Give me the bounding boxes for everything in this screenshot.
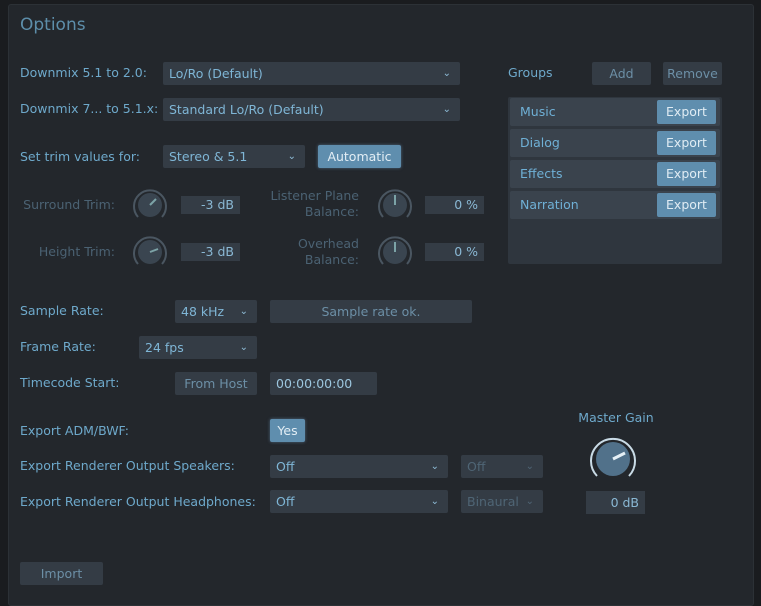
- group-row-effects[interactable]: Effects Export: [510, 160, 720, 188]
- groups-label: Groups: [508, 65, 553, 80]
- listener-plane-knob[interactable]: [376, 186, 414, 224]
- overhead-knob[interactable]: [376, 233, 414, 271]
- master-gain-label: Master Gain: [578, 410, 654, 425]
- listener-plane-label-line1: Listener Plane: [270, 188, 359, 203]
- overhead-label: Overhead Balance:: [240, 236, 359, 268]
- downmix-51-select[interactable]: Lo/Ro (Default) ⌄: [163, 62, 460, 85]
- timecode-label: Timecode Start:: [20, 375, 120, 390]
- headphones-secondary-select[interactable]: Binaural ⌄: [461, 490, 543, 513]
- chevron-down-icon: ⌄: [442, 68, 451, 79]
- trim-label: Set trim values for:: [20, 149, 140, 164]
- headphones-select[interactable]: Off ⌄: [270, 490, 448, 513]
- export-button[interactable]: Export: [657, 100, 716, 124]
- speakers-secondary-select[interactable]: Off ⌄: [461, 455, 543, 478]
- master-gain-value[interactable]: 0 dB: [586, 491, 645, 514]
- export-button[interactable]: Export: [657, 131, 716, 155]
- master-gain-knob[interactable]: [588, 434, 638, 484]
- height-trim-label: Height Trim:: [38, 244, 115, 259]
- chevron-down-icon: ⌄: [239, 342, 248, 353]
- trim-value: Stereo & 5.1: [169, 149, 248, 164]
- downmix-51-value: Lo/Ro (Default): [169, 66, 263, 81]
- headphones-value: Off: [276, 494, 295, 509]
- downmix-7-value: Standard Lo/Ro (Default): [169, 102, 324, 117]
- chevron-down-icon: ⌄: [430, 496, 439, 507]
- group-row-dialog[interactable]: Dialog Export: [510, 129, 720, 157]
- group-name: Dialog: [520, 135, 560, 150]
- speakers-label: Export Renderer Output Speakers:: [20, 458, 235, 473]
- sample-rate-select[interactable]: 48 kHz ⌄: [175, 300, 257, 323]
- chevron-down-icon: ⌄: [442, 104, 451, 115]
- export-adm-toggle[interactable]: Yes: [270, 419, 305, 442]
- group-name: Music: [520, 104, 556, 119]
- overhead-value[interactable]: 0 %: [425, 243, 484, 261]
- trim-select[interactable]: Stereo & 5.1 ⌄: [163, 145, 305, 168]
- chevron-down-icon: ⌄: [525, 461, 534, 472]
- frame-rate-select[interactable]: 24 fps ⌄: [139, 336, 257, 359]
- import-button[interactable]: Import: [20, 562, 103, 585]
- group-name: Narration: [520, 197, 579, 212]
- downmix-7-label: Downmix 7... to 5.1.x:: [20, 101, 159, 116]
- speakers-value: Off: [276, 459, 295, 474]
- chevron-down-icon: ⌄: [430, 461, 439, 472]
- group-row-narration[interactable]: Narration Export: [510, 191, 720, 219]
- frame-rate-value: 24 fps: [145, 340, 184, 355]
- speakers-select[interactable]: Off ⌄: [270, 455, 448, 478]
- timecode-input[interactable]: 00:00:00:00: [270, 372, 377, 395]
- height-trim-knob[interactable]: [131, 233, 169, 271]
- group-row-music[interactable]: Music Export: [510, 98, 720, 126]
- remove-group-button[interactable]: Remove: [663, 62, 722, 85]
- chevron-down-icon: ⌄: [287, 151, 296, 162]
- overhead-label-line1: Overhead: [297, 236, 359, 251]
- overhead-label-line2: Balance:: [304, 252, 359, 267]
- speakers-secondary-value: Off: [467, 459, 486, 474]
- surround-trim-label: Surround Trim:: [23, 197, 115, 212]
- group-name: Effects: [520, 166, 563, 181]
- frame-rate-label: Frame Rate:: [20, 339, 96, 354]
- surround-trim-knob[interactable]: [131, 186, 169, 224]
- export-adm-label: Export ADM/BWF:: [20, 423, 129, 438]
- sample-rate-status: Sample rate ok.: [270, 300, 472, 323]
- height-trim-value[interactable]: -3 dB: [181, 243, 240, 261]
- surround-trim-value[interactable]: -3 dB: [181, 196, 240, 214]
- listener-plane-value[interactable]: 0 %: [425, 196, 484, 214]
- export-button[interactable]: Export: [657, 162, 716, 186]
- sample-rate-value: 48 kHz: [181, 304, 225, 319]
- chevron-down-icon: ⌄: [525, 496, 534, 507]
- downmix-7-select[interactable]: Standard Lo/Ro (Default) ⌄: [163, 98, 460, 121]
- listener-plane-label-line2: Balance:: [304, 204, 359, 219]
- headphones-label: Export Renderer Output Headphones:: [20, 494, 256, 509]
- export-button[interactable]: Export: [657, 193, 716, 217]
- add-group-button[interactable]: Add: [592, 62, 651, 85]
- headphones-secondary-value: Binaural: [467, 494, 519, 509]
- sample-rate-label: Sample Rate:: [20, 303, 104, 318]
- listener-plane-label: Listener Plane Balance:: [240, 188, 359, 220]
- chevron-down-icon: ⌄: [239, 306, 248, 317]
- groups-list: Music Export Dialog Export Effects Export N…: [508, 97, 722, 264]
- downmix-51-label: Downmix 5.1 to 2.0:: [20, 65, 147, 80]
- from-host-button[interactable]: From Host: [175, 372, 257, 395]
- page-title: Options: [20, 15, 86, 35]
- automatic-button[interactable]: Automatic: [318, 145, 401, 168]
